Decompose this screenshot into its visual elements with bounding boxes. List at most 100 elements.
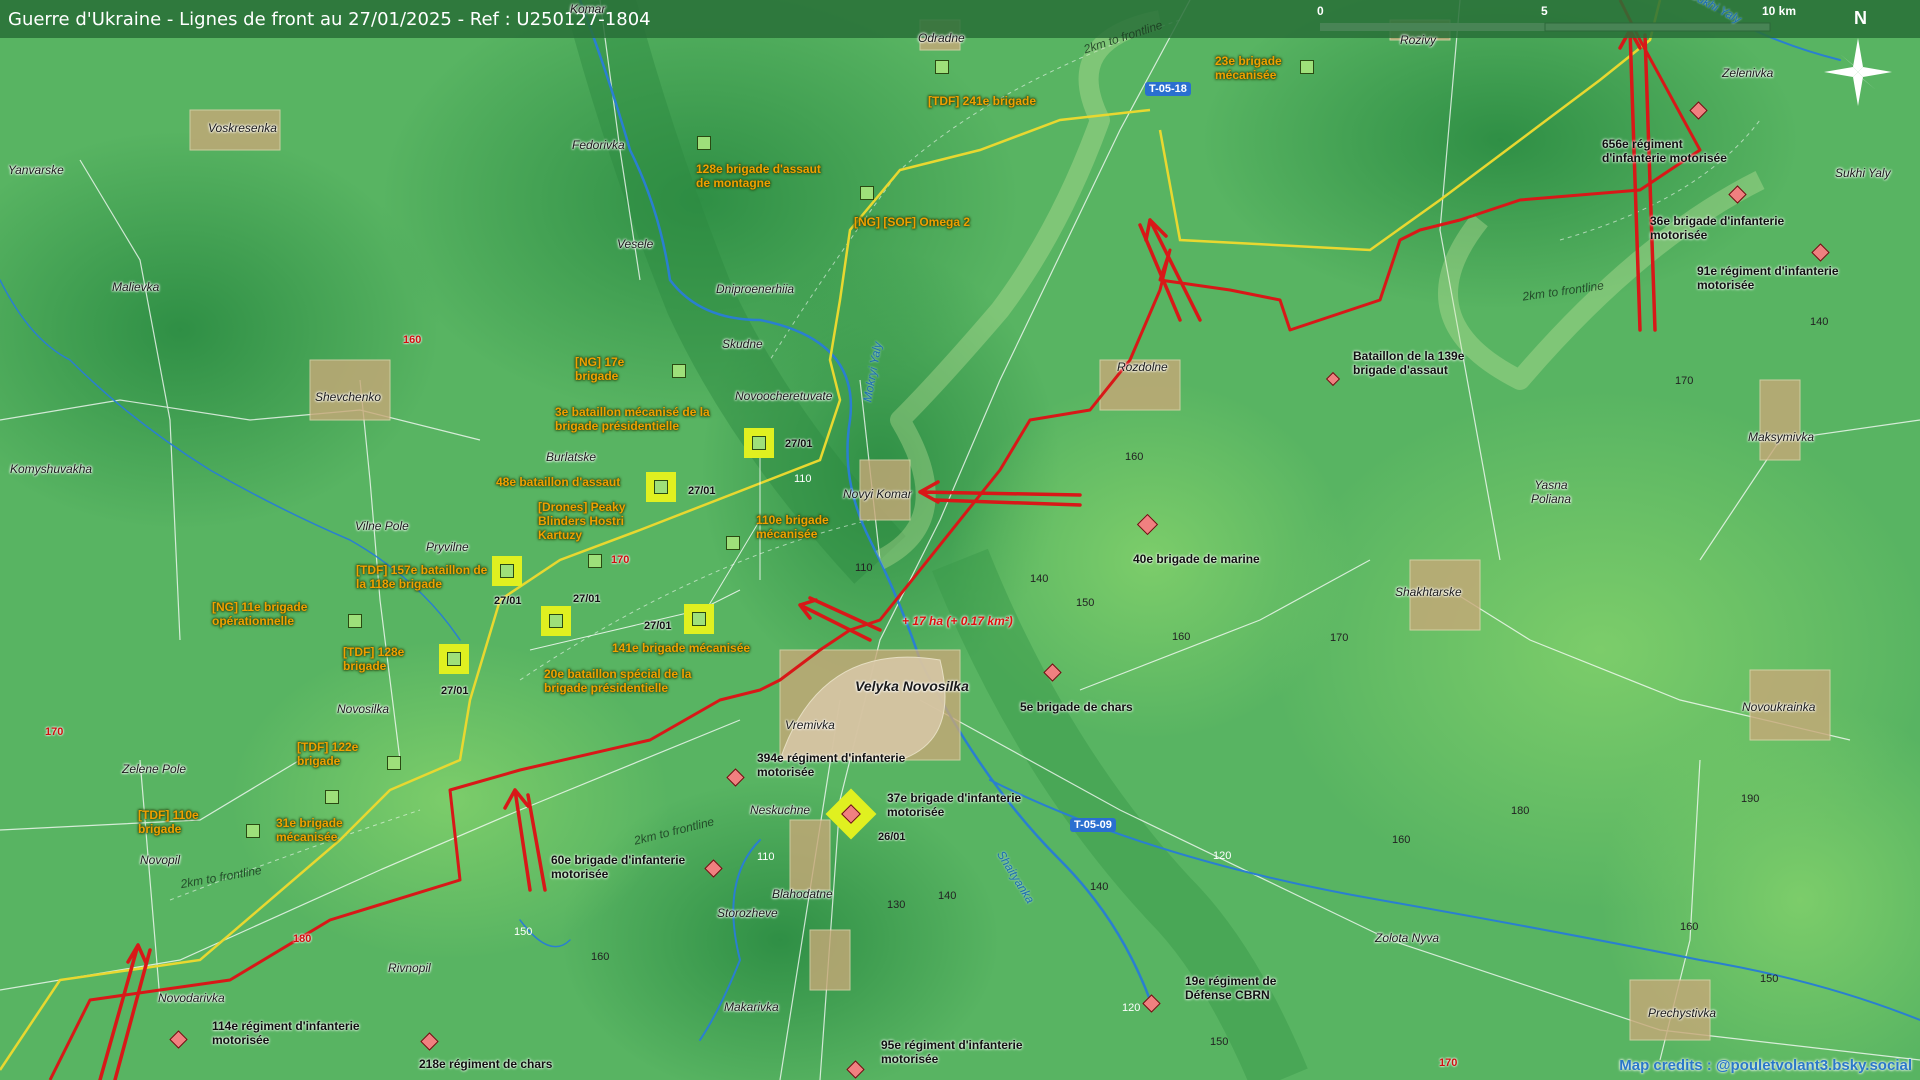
date-label: 27/01 — [573, 593, 601, 605]
ua-unit-label: [NG] 11e brigade opérationnelle — [212, 600, 308, 628]
town-storozheve: Storozheve — [717, 906, 778, 920]
town-vilne-pole: Vilne Pole — [355, 519, 409, 533]
town-sukhi-yaly: Sukhi Yaly — [1835, 166, 1891, 180]
town-blahodatne: Blahodatne — [772, 887, 833, 901]
ru-unit-label: 95e régiment d'infanterie motorisée — [881, 1038, 1023, 1066]
ru-unit-label: 394e régiment d'infanterie motorisée — [757, 751, 906, 779]
town-dniproenerhiia: Dniproenerhiia — [716, 282, 795, 296]
elevation-label: 170 — [611, 554, 630, 566]
ua-unit-icon[interactable] — [672, 364, 686, 378]
elevation-label: 160 — [1125, 451, 1144, 463]
ua-unit-icon[interactable] — [549, 614, 563, 628]
elevation-label: 140 — [1030, 573, 1049, 585]
ua-unit-label: 23e brigade mécanisée — [1215, 54, 1282, 82]
ru-unit-label: 114e régiment d'infanterie motorisée — [212, 1019, 360, 1047]
elevation-label: 160 — [403, 334, 422, 346]
elevation-label: 160 — [591, 951, 610, 963]
ua-unit-icon[interactable] — [447, 652, 461, 666]
elevation-label: 140 — [938, 890, 957, 902]
town-zolota-nyva: Zolota Nyva — [1375, 931, 1440, 945]
town-fedorivka: Fedorivka — [572, 138, 625, 152]
scale-label-zero: 0 — [1317, 4, 1324, 18]
elevation-label: 110 — [794, 473, 812, 485]
ua-unit-icon[interactable] — [726, 536, 740, 550]
town-neskuchne: Neskuchne — [750, 803, 811, 817]
town-vesele: Vesele — [617, 237, 654, 251]
elevation-label: 160 — [1392, 834, 1411, 846]
ua-unit-label: [TDF] 122e brigade — [297, 740, 359, 768]
date-label: 26/01 — [878, 831, 906, 843]
territory-gain-label: + 17 ha (+ 0.17 km²) — [902, 614, 1013, 628]
elevation-label: 140 — [1090, 881, 1109, 893]
town-shakhtarske: Shakhtarske — [1395, 585, 1462, 599]
elevation-label: 150 — [1210, 1036, 1229, 1048]
ru-unit-label: 40e brigade de marine — [1133, 552, 1260, 566]
ru-unit-label: 218e régiment de chars — [419, 1057, 553, 1071]
ua-unit-label: [TDF] 110e brigade — [138, 808, 199, 836]
map-canvas[interactable]: Guerre d'Ukraine - Lignes de front au 27… — [0, 0, 1920, 1080]
ua-unit-label: 141e brigade mécanisée — [612, 641, 751, 655]
ua-unit-icon[interactable] — [588, 554, 602, 568]
town-skudne: Skudne — [722, 337, 763, 351]
ua-unit-icon[interactable] — [654, 480, 668, 494]
elevation-label: 170 — [45, 726, 64, 738]
town-novoukrainka: Novoukrainka — [1742, 700, 1816, 714]
map-credits: Map credits : @pouletvolant3.bsky.social — [1619, 1057, 1912, 1074]
elevation-label: 190 — [1741, 793, 1760, 805]
town-rozdolne: Rozdolne — [1117, 360, 1168, 374]
date-label: 27/01 — [441, 685, 469, 697]
ua-unit-label: [TDF] 128e brigade — [343, 645, 405, 673]
ru-unit-label: 36e brigade d'infanterie motorisée — [1650, 214, 1785, 242]
town-zelene-pole: Zelene Pole — [122, 762, 187, 776]
ua-unit-icon[interactable] — [348, 614, 362, 628]
ru-unit-label: 19e régiment de Défense CBRN — [1185, 974, 1277, 1002]
ua-unit-icon[interactable] — [387, 756, 401, 770]
north-arrow-icon: N — [1854, 8, 1867, 28]
ua-unit-icon[interactable] — [246, 824, 260, 838]
ua-unit-icon[interactable] — [935, 60, 949, 74]
elevation-label: 170 — [1330, 632, 1349, 644]
town-voskresenka: Voskresenka — [208, 121, 277, 135]
town-rozivy: Rozivy — [1400, 33, 1437, 47]
elevation-label: 160 — [1172, 631, 1191, 643]
town-yasna-poliana: Yasna Poliana — [1530, 478, 1572, 506]
ua-unit-label: [NG] 17e brigade — [575, 355, 625, 383]
road-sign-t0518: T-05-18 — [1145, 82, 1191, 96]
ua-unit-icon[interactable] — [697, 136, 711, 150]
elevation-label: 140 — [1810, 316, 1829, 328]
ua-unit-label: [NG] [SOF] Omega 2 — [854, 215, 971, 229]
ua-unit-icon[interactable] — [325, 790, 339, 804]
ua-unit-icon[interactable] — [692, 612, 706, 626]
ua-unit-icon[interactable] — [860, 186, 874, 200]
ru-unit-label: 5e brigade de chars — [1020, 700, 1133, 714]
elevation-label: 160 — [1680, 921, 1699, 933]
date-label: 27/01 — [494, 595, 522, 607]
town-burlatske: Burlatske — [546, 450, 597, 464]
town-novodarivka: Novodarivka — [158, 991, 225, 1005]
town-novopil: Novopil — [140, 853, 181, 867]
town-prechystivka: Prechystivka — [1648, 1006, 1717, 1020]
ua-unit-label: [Drones] Peaky Blinders Hostri Kartuzy — [538, 500, 626, 542]
town-komyshuvakha: Komyshuvakha — [10, 462, 93, 476]
ua-unit-label: 110e brigade mécanisée — [756, 513, 829, 541]
elevation-label: 170 — [1439, 1057, 1458, 1069]
ua-unit-icon[interactable] — [752, 436, 766, 450]
town-pryvilne: Pryvilne — [426, 540, 469, 554]
ru-unit-label: 60e brigade d'infanterie motorisée — [551, 853, 686, 881]
elevation-label: 110 — [757, 851, 775, 863]
road-sign-t0509: T-05-09 — [1070, 818, 1116, 832]
elevation-label: 180 — [1511, 805, 1530, 817]
town-zelenivka: Zelenivka — [1722, 66, 1774, 80]
ua-unit-label: 20e bataillon spécial de la brigade prés… — [544, 667, 692, 695]
elevation-label: 150 — [1076, 597, 1095, 609]
town-komar: Komar — [570, 2, 606, 16]
town-malievka: Malievka — [112, 280, 160, 294]
ua-unit-label: [TDF] 157e bataillon de la 118e brigade — [356, 563, 488, 591]
elevation-label: 150 — [1760, 973, 1779, 985]
ua-unit-icon[interactable] — [500, 564, 514, 578]
town-novoocheretuvate: Novoocheretuvate — [735, 389, 833, 403]
elevation-label: 120 — [1122, 1002, 1141, 1014]
town-rivnopil: Rivnopil — [388, 961, 431, 975]
town-odradne: Odradne — [918, 31, 965, 45]
ua-unit-icon[interactable] — [1300, 60, 1314, 74]
